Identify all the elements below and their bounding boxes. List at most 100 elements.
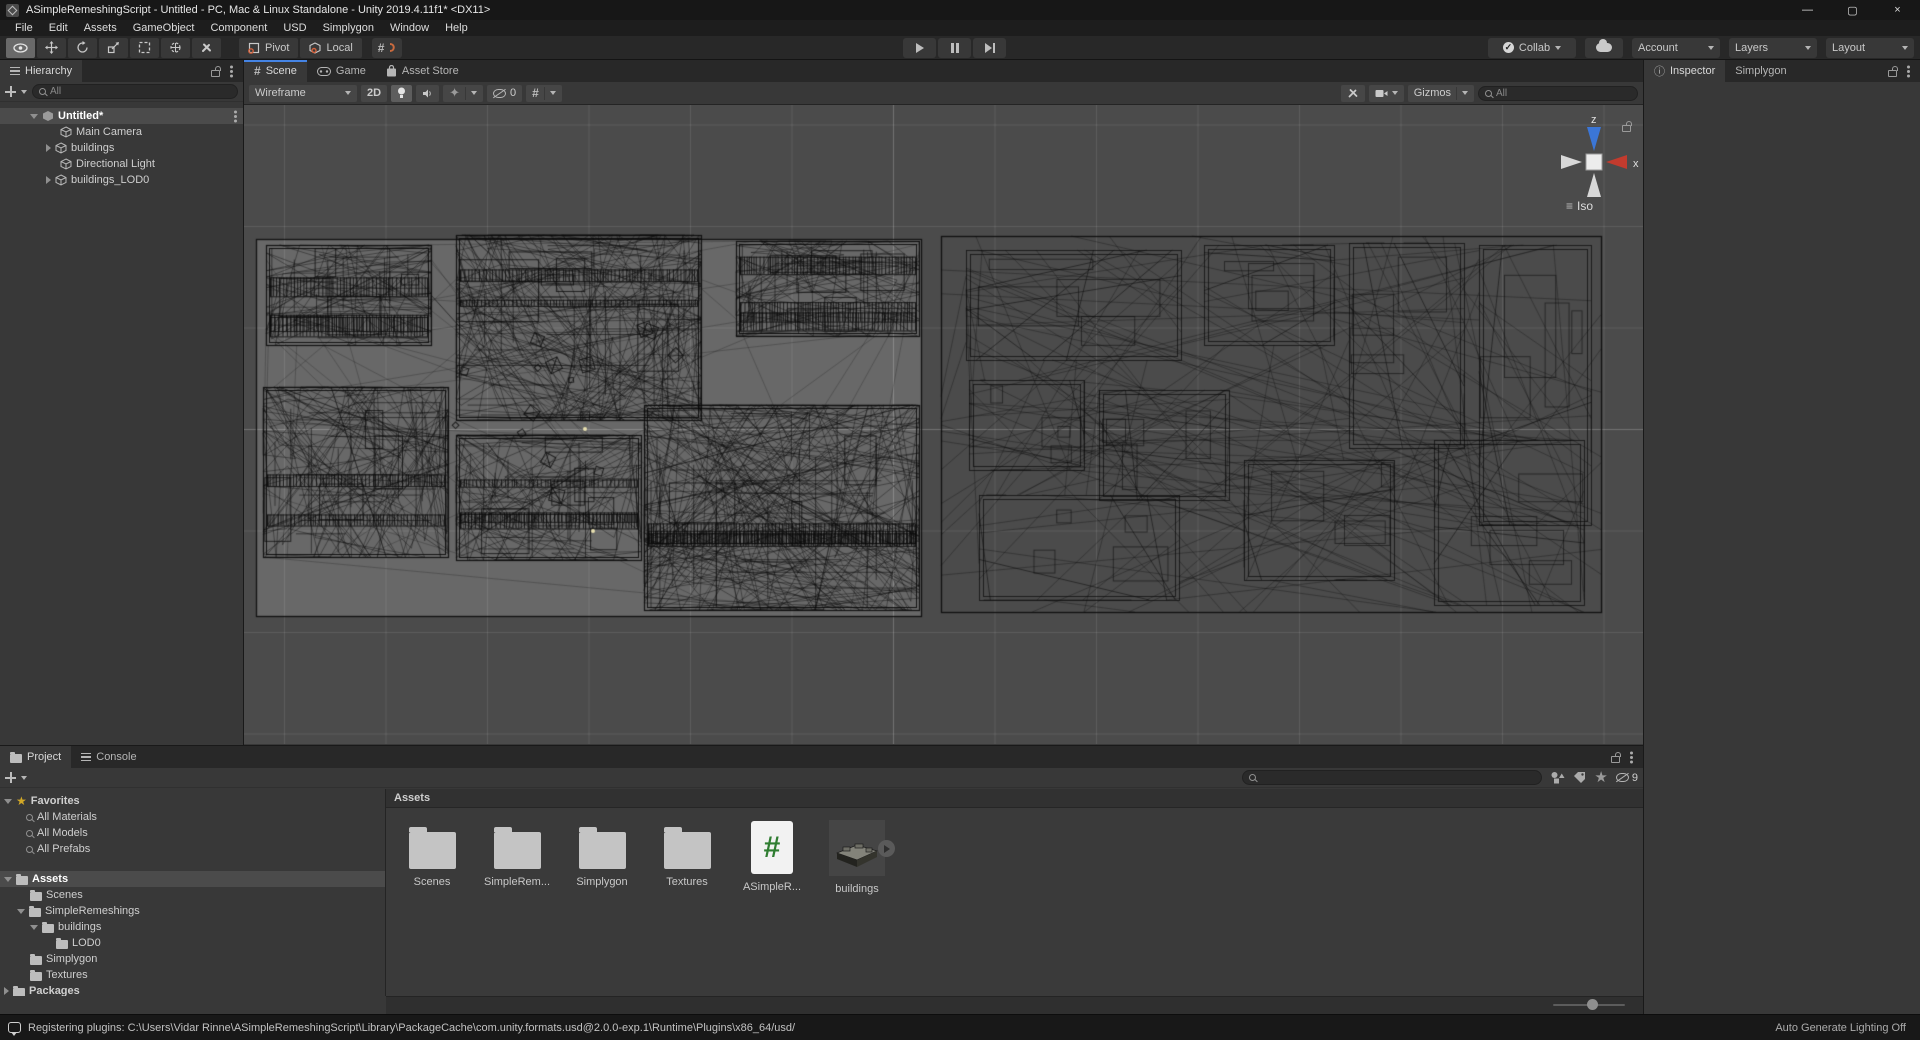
scene-audio-toggle[interactable] (416, 85, 439, 102)
project-visibility-toggle[interactable]: 9 (1616, 772, 1638, 784)
scene-effects-dropdown[interactable]: ✦ (443, 85, 483, 102)
scene-camera-dropdown[interactable] (1369, 85, 1404, 102)
project-tree-item-packages[interactable]: Packages (0, 983, 385, 996)
local-toggle-button[interactable]: Local (300, 38, 361, 58)
panel-menu-icon[interactable] (1630, 756, 1633, 759)
custom-tools-button[interactable] (192, 38, 221, 58)
scene-search-field[interactable] (1478, 86, 1638, 101)
favorite-all-materials[interactable]: All Materials (0, 809, 385, 825)
asset-tile-textures[interactable]: Textures (651, 820, 723, 888)
play-button[interactable] (903, 38, 936, 58)
draw-mode-dropdown[interactable]: Wireframe (249, 85, 357, 102)
rect-tool-button[interactable] (130, 38, 159, 58)
tab-hierarchy[interactable]: Hierarchy (0, 60, 82, 82)
scale-tool-button[interactable] (99, 38, 128, 58)
asset-tile-simpleremeshings[interactable]: SimpleRem... (481, 820, 553, 888)
favorite-all-prefabs[interactable]: All Prefabs (0, 841, 385, 857)
foldout-closed-icon[interactable] (46, 176, 51, 184)
menu-file[interactable]: File (8, 22, 40, 34)
layers-dropdown[interactable]: Layers (1729, 38, 1817, 58)
hierarchy-search-input[interactable] (50, 86, 231, 97)
panel-menu-icon[interactable] (1907, 70, 1910, 73)
favorites-root[interactable]: ★ Favorites (0, 793, 385, 809)
tab-console[interactable]: Console (71, 746, 146, 768)
move-tool-button[interactable] (37, 38, 66, 58)
tab-project[interactable]: Project (0, 746, 71, 768)
project-search-input[interactable] (1260, 772, 1535, 783)
foldout-open-icon[interactable] (30, 925, 38, 930)
lock-icon[interactable] (1888, 70, 1897, 77)
menu-help[interactable]: Help (438, 22, 475, 34)
minimize-button[interactable]: — (1785, 0, 1830, 20)
grid-visibility-dropdown[interactable]: # (526, 85, 562, 102)
search-by-type-icon[interactable] (1550, 771, 1565, 784)
2d-toggle-button[interactable]: 2D (361, 85, 387, 102)
tab-scene[interactable]: # Scene (244, 60, 307, 82)
view-tool-button[interactable] (6, 38, 35, 58)
rotate-tool-button[interactable] (68, 38, 97, 58)
scene-lighting-toggle[interactable] (391, 85, 412, 102)
asset-tile-script[interactable]: # ASimpleR... (736, 820, 808, 893)
project-tree-item-scenes[interactable]: Scenes (0, 887, 385, 903)
foldout-closed-icon[interactable] (4, 987, 9, 995)
menu-edit[interactable]: Edit (42, 22, 75, 34)
hierarchy-item-scene[interactable]: Untitled* (0, 108, 243, 124)
scene-menu-icon[interactable] (234, 115, 237, 118)
hierarchy-search-field[interactable] (32, 84, 238, 99)
status-bar[interactable]: Registering plugins: C:\Users\Vidar Rinn… (0, 1014, 1920, 1040)
transform-tool-button[interactable] (161, 38, 190, 58)
expand-subassets-icon[interactable] (878, 840, 895, 857)
cloud-button[interactable] (1585, 38, 1623, 58)
foldout-open-icon[interactable] (30, 114, 38, 119)
thumbnail-zoom-slider[interactable] (1553, 1004, 1625, 1006)
slider-handle[interactable] (1587, 999, 1598, 1010)
account-dropdown[interactable]: Account (1632, 38, 1720, 58)
project-search-field[interactable] (1242, 770, 1542, 785)
asset-tile-simplygon[interactable]: Simplygon (566, 820, 638, 888)
menu-component[interactable]: Component (203, 22, 274, 34)
close-button[interactable]: × (1875, 0, 1920, 20)
menu-assets[interactable]: Assets (77, 22, 124, 34)
foldout-closed-icon[interactable] (46, 144, 51, 152)
hierarchy-item-directional-light[interactable]: Directional Light (0, 156, 243, 172)
create-add-icon[interactable] (5, 772, 16, 783)
foldout-open-icon[interactable] (17, 909, 25, 914)
chevron-down-icon[interactable] (21, 776, 27, 780)
project-tree-item-buildings[interactable]: buildings (0, 919, 385, 935)
asset-tile-buildings-model[interactable]: buildings (821, 820, 893, 895)
hierarchy-item-buildings-lod0[interactable]: buildings_LOD0 (0, 172, 243, 188)
gizmos-dropdown[interactable]: Gizmos (1408, 85, 1474, 102)
wireframe-canvas[interactable] (244, 105, 1644, 744)
pause-button[interactable] (938, 38, 971, 58)
projection-mode[interactable]: ≡ Iso (1566, 199, 1593, 213)
project-tree-item-textures[interactable]: Textures (0, 967, 385, 983)
project-tree-item-simpleremeshings[interactable]: SimpleRemeshings (0, 903, 385, 919)
scene-viewport[interactable]: z x ≡ Iso (244, 105, 1644, 744)
tab-game[interactable]: Game (307, 60, 376, 82)
hierarchy-item-main-camera[interactable]: Main Camera (0, 124, 243, 140)
favorites-star-icon[interactable]: ★ (1594, 773, 1607, 783)
foldout-open-icon[interactable] (4, 877, 12, 882)
hierarchy-item-buildings[interactable]: buildings (0, 140, 243, 156)
menu-window[interactable]: Window (383, 22, 436, 34)
favorite-all-models[interactable]: All Models (0, 825, 385, 841)
chevron-down-icon[interactable] (21, 90, 27, 94)
grid-snapping-button[interactable]: # (372, 38, 403, 58)
menu-gameobject[interactable]: GameObject (126, 22, 202, 34)
foldout-open-icon[interactable] (4, 799, 12, 804)
collab-dropdown[interactable]: ✓ Collab (1488, 38, 1576, 58)
step-button[interactable] (973, 38, 1006, 58)
gizmo-lock-icon[interactable] (1622, 125, 1631, 132)
project-tree-item-assets[interactable]: Assets (0, 871, 385, 887)
layout-dropdown[interactable]: Layout (1826, 38, 1914, 58)
lock-icon[interactable] (211, 70, 220, 77)
tab-inspector[interactable]: ⓘ Inspector (1644, 60, 1725, 82)
pivot-toggle-button[interactable]: Pivot (239, 38, 298, 58)
create-add-icon[interactable] (5, 86, 16, 97)
menu-simplygon[interactable]: Simplygon (316, 22, 381, 34)
search-by-label-icon[interactable] (1573, 771, 1586, 784)
project-tree-item-lod0[interactable]: LOD0 (0, 935, 385, 951)
scene-visibility-toggle[interactable]: 0 (487, 85, 522, 102)
lock-icon[interactable] (1611, 756, 1620, 763)
panel-menu-icon[interactable] (230, 70, 233, 73)
